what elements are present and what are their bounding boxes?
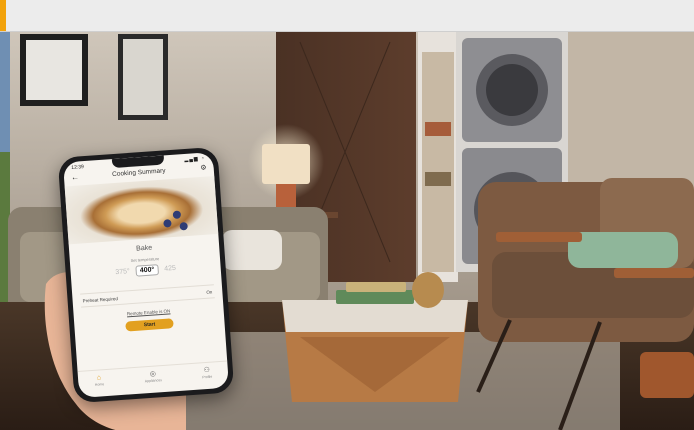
nav-label: Home <box>94 382 105 387</box>
preheat-row[interactable]: Preheat Required On <box>80 284 215 308</box>
phone-screen: 12:39 ▂▄▆ ◔ ← Cooking Summary ⚙ Bake Set… <box>62 152 230 398</box>
smartphone: 12:39 ▂▄▆ ◔ ← Cooking Summary ⚙ Bake Set… <box>57 146 235 404</box>
settings-icon[interactable]: ⚙ <box>200 164 207 172</box>
nav-label: Appliances <box>144 378 163 384</box>
remote-enable-link[interactable]: Remote Enable is ON <box>74 305 224 320</box>
preheat-value: On <box>206 289 213 295</box>
blueberry <box>179 221 188 231</box>
temp-option[interactable]: 425 <box>164 264 176 272</box>
nav-item-home[interactable]: ⌂ Home <box>84 373 115 387</box>
status-time: 12:39 <box>71 164 85 171</box>
muffin-image <box>64 175 219 245</box>
preheat-label: Preheat Required <box>82 296 119 304</box>
bottom-nav: ⌂ Home ◎ Appliances ⚇ Profile <box>77 360 229 392</box>
temp-option-selected[interactable]: 400° <box>135 263 159 277</box>
blueberry <box>172 210 182 219</box>
nav-item-appliances[interactable]: ◎ Appliances <box>138 370 169 384</box>
nav-item-profile[interactable]: ⚇ Profile <box>192 366 223 380</box>
temp-option[interactable]: 375° <box>115 268 130 276</box>
start-button[interactable]: Start <box>125 318 174 332</box>
nav-label: Profile <box>202 374 213 380</box>
living-room-photo: 12:39 ▂▄▆ ◔ ← Cooking Summary ⚙ Bake Set… <box>0 32 694 430</box>
blueberry <box>163 219 172 228</box>
status-indicators: ▂▄▆ ◔ <box>184 155 206 164</box>
top-bar-accent <box>0 0 6 31</box>
top-bar <box>0 0 694 32</box>
